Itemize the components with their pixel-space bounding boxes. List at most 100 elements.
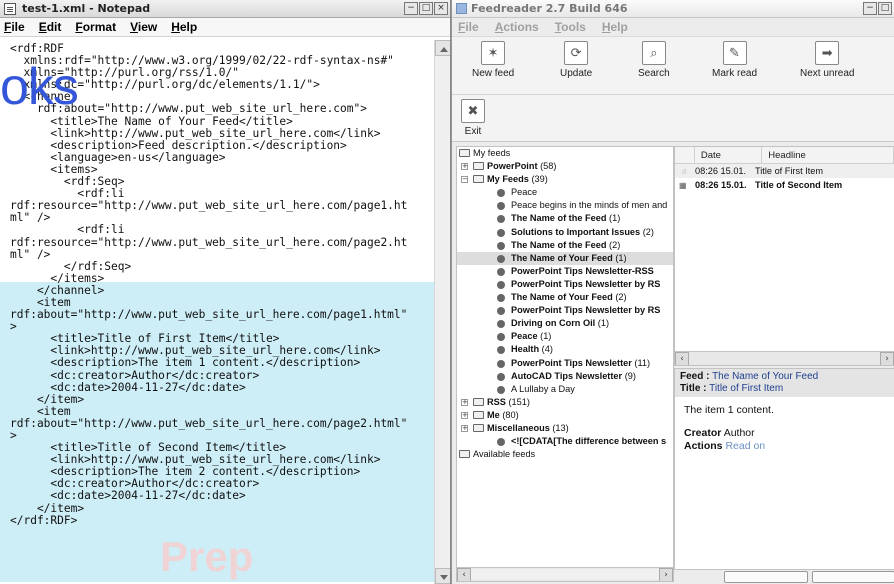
update-button[interactable]: ⟳ Update (560, 41, 592, 91)
tree-item[interactable]: Available feeds (457, 448, 673, 461)
tree-item[interactable]: + Miscellaneous (13) (457, 422, 673, 435)
notepad-title-bar[interactable]: test-1.xml - Notepad − □ × (0, 0, 450, 18)
fr-menu-actions[interactable]: Actions (495, 20, 539, 34)
scroll-thumb[interactable] (471, 569, 659, 580)
tree-item[interactable]: My feeds (457, 147, 673, 160)
menu-help[interactable]: Help (171, 20, 197, 34)
unread-count: (13) (552, 422, 569, 433)
tree-item[interactable]: + PowerPoint (58) (457, 160, 673, 173)
close-button[interactable]: × (434, 2, 448, 15)
tree-item[interactable]: PowerPoint Tips Newsletter by RS (457, 278, 673, 291)
minimize-button[interactable]: − (404, 2, 418, 15)
feed-icon (497, 307, 505, 316)
tree-item[interactable]: Health (4) (457, 343, 673, 356)
fr-menu-help[interactable]: Help (602, 20, 628, 34)
folder-icon (459, 149, 470, 157)
mark-read-button[interactable]: ✎ Mark read (712, 41, 757, 91)
tree-item[interactable]: PowerPoint Tips Newsletter-RSS (457, 265, 673, 278)
tree-item[interactable]: Peace begins in the minds of men and (457, 199, 673, 212)
tree-item[interactable]: PowerPoint Tips Newsletter by RS (457, 304, 673, 317)
column-headline[interactable]: Headline (762, 147, 894, 163)
feedreader-title-bar[interactable]: Feedreader 2.7 Build 646 − □ (452, 0, 894, 18)
expand-toggle-icon[interactable]: + (461, 411, 468, 419)
unread-count: (58) (540, 161, 557, 172)
feed-icon (497, 333, 505, 342)
tree-item[interactable]: The Name of the Feed (2) (457, 239, 673, 252)
feed-icon (497, 294, 505, 303)
tree-item-label: My Feeds (39) (487, 174, 548, 185)
unread-count: (2) (615, 292, 627, 303)
tree-item[interactable]: + Me (80) (457, 409, 673, 422)
preview-body: The item 1 content. Creator Author Actio… (675, 397, 894, 460)
tree-item[interactable]: − My Feeds (39) (457, 173, 673, 186)
tree-item[interactable]: PowerPoint Tips Newsletter (11) (457, 357, 673, 370)
feed-icon (497, 372, 505, 381)
next-unread-button[interactable]: ➡ Next unread (800, 41, 854, 91)
tree-item[interactable]: AutoCAD Tips Newsletter (9) (457, 370, 673, 383)
notepad-text-area[interactable]: <rdf:RDF xmlns:rdf="http://www.w3.org/19… (0, 40, 450, 584)
notepad-vertical-scrollbar[interactable] (434, 40, 450, 584)
expand-toggle-icon[interactable]: + (461, 424, 468, 432)
fr-minimize-button[interactable]: − (863, 2, 877, 15)
feed-name-link[interactable]: The Name of Your Feed (712, 371, 818, 382)
feed-icon (497, 241, 505, 250)
fr-menu-file[interactable]: File (458, 20, 479, 34)
tree-item[interactable]: Solutions to Important Issues (2) (457, 226, 673, 239)
scroll-down-arrow[interactable] (435, 568, 450, 584)
exit-button[interactable]: ✖ Exit (461, 99, 485, 149)
feed-icon (497, 320, 505, 329)
tree-item[interactable]: The Name of the Feed (1) (457, 212, 673, 225)
headline-row[interactable]: ◽ 08:26 15.01. Title of First Item (675, 164, 894, 178)
new-feed-button[interactable]: ✶ New feed (472, 41, 514, 91)
tree-item-label: AutoCAD Tips Newsletter (9) (511, 370, 636, 381)
feed-tree[interactable]: My feeds + PowerPoint (58) − My Feeds (39) Pe… (456, 146, 674, 582)
feed-icon (497, 254, 505, 263)
expand-toggle-icon[interactable]: + (461, 163, 468, 171)
feedreader-window: Feedreader 2.7 Build 646 − □ File Action… (451, 0, 894, 584)
tree-item-label: My feeds (473, 148, 511, 158)
menu-format[interactable]: Format (75, 20, 116, 34)
menu-view[interactable]: View (130, 20, 157, 34)
fr-maximize-button[interactable]: □ (878, 2, 892, 15)
tree-item[interactable]: A Lullaby a Day (457, 383, 673, 396)
scroll-right-arrow[interactable]: › (880, 352, 894, 365)
tree-item[interactable]: The Name of Your Feed (2) (457, 291, 673, 304)
tree-item[interactable]: Peace (1) (457, 330, 673, 343)
headline-list: Date Headline ◽ 08:26 15.01. Title of Fi… (674, 146, 894, 366)
maximize-button[interactable]: □ (419, 2, 433, 15)
tree-item[interactable]: + RSS (151) (457, 396, 673, 409)
headline-row[interactable]: ▦ 08:26 15.01. Title of Second Item (675, 178, 894, 192)
headline-horizontal-scrollbar[interactable]: ‹ › (675, 351, 894, 365)
expand-toggle-icon[interactable]: + (461, 398, 468, 406)
tree-item-label: The Name of Your Feed (1) (511, 252, 627, 263)
feed-icon (497, 385, 505, 394)
unread-count: (9) (624, 370, 636, 381)
unread-count: (1) (597, 318, 610, 329)
scroll-left-arrow[interactable]: ‹ (457, 568, 471, 581)
scroll-up-arrow[interactable] (435, 40, 450, 56)
search-button[interactable]: ⌕ Search (638, 41, 670, 91)
feed-icon (497, 215, 505, 224)
preview-pane: Feed : The Name of Your Feed Title : Tit… (674, 368, 894, 570)
menu-file[interactable]: File (4, 20, 25, 34)
column-date[interactable]: Date (695, 147, 763, 163)
notepad-app-icon (4, 2, 16, 15)
item-title-link[interactable]: Title of First Item (709, 383, 783, 394)
tree-horizontal-scrollbar[interactable]: ‹ › (457, 567, 673, 581)
scroll-right-arrow[interactable]: › (659, 568, 673, 581)
tree-item[interactable]: <![CDATA[The difference between s (457, 435, 673, 448)
expand-toggle-icon[interactable]: − (461, 176, 468, 184)
creator-value: Author (723, 427, 755, 439)
secondary-toolbar: ✖ Exit (452, 95, 894, 142)
tree-item[interactable]: Driving on Corn Oil (1) (457, 317, 673, 330)
menu-edit[interactable]: Edit (39, 20, 62, 34)
watermark-bottom-text: Prep (160, 533, 254, 580)
scroll-left-arrow[interactable]: ‹ (675, 352, 689, 365)
read-on-link[interactable]: Read on (725, 440, 765, 452)
unread-item-icon: ▦ (679, 180, 687, 190)
tree-item[interactable]: The Name of Your Feed (1) (457, 251, 673, 265)
fr-menu-tools[interactable]: Tools (555, 20, 586, 34)
tree-item[interactable]: Peace (457, 186, 673, 199)
feedreader-title: Feedreader 2.7 Build 646 (471, 2, 628, 15)
status-pane (812, 571, 894, 583)
